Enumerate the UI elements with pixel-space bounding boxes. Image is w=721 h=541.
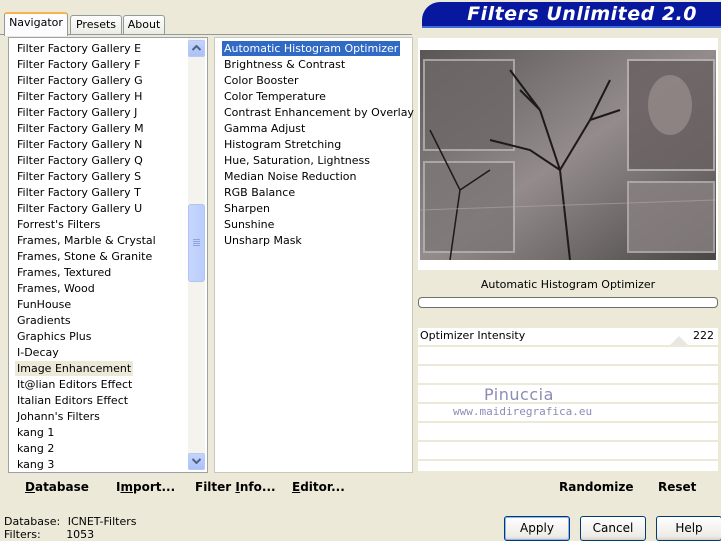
category-item[interactable]: Filter Factory Gallery T [15,185,143,200]
filter-item[interactable]: Contrast Enhancement by Overlay [222,105,416,120]
status-database-value: ICNET-Filters [67,515,137,528]
filter-item[interactable]: Color Temperature [222,89,328,104]
slider-indicator[interactable] [670,336,688,345]
category-item[interactable]: Image Enhancement [15,361,134,376]
apply-button[interactable]: Apply [504,516,570,541]
database-accel: D [25,480,35,494]
category-item[interactable]: Johann's Filters [15,409,102,424]
filter-name-display: Automatic Histogram Optimizer [418,274,718,296]
category-item[interactable]: Filter Factory Gallery J [15,105,139,120]
category-item[interactable]: Filter Factory Gallery U [15,201,144,216]
filter-list[interactable]: Automatic Histogram Optimizer Brightness … [214,37,416,473]
preview-artwork [420,50,716,260]
category-item[interactable]: Filter Factory Gallery G [15,73,145,88]
param-row-empty [418,347,718,366]
import-label: port... [132,480,176,494]
category-item[interactable]: I-Decay [15,345,61,360]
category-list[interactable]: Filter Factory Gallery E Filter Factory G… [8,37,208,473]
category-item[interactable]: Filter Factory Gallery N [15,137,144,152]
parameter-area: Optimizer Intensity 222 [418,328,718,471]
param-value: 222 [693,329,714,342]
title-banner: Filters Unlimited 2.0 [422,2,721,28]
scroll-up-button[interactable] [188,40,205,57]
database-label: atabase [34,480,89,494]
category-item[interactable]: Italian Editors Effect [15,393,130,408]
import-accel: m [120,480,133,494]
tab-navigator[interactable]: Navigator [4,12,68,36]
category-scrollbar[interactable] [188,38,205,470]
app-title: Filters Unlimited 2.0 [467,3,697,25]
grip-line [193,241,200,242]
filter-item[interactable]: Brightness & Contrast [222,57,347,72]
category-item[interactable]: Filter Factory Gallery F [15,57,142,72]
reset-button[interactable]: Reset [658,480,696,494]
scroll-thumb[interactable] [188,204,205,282]
status-filters-value: 1053 [66,528,95,541]
category-item[interactable]: kang 3 [15,457,56,472]
filter-item[interactable]: RGB Balance [222,185,297,200]
grip-line [193,245,200,246]
category-item[interactable]: Forrest's Filters [15,217,102,232]
param-row-empty [418,385,718,404]
category-item[interactable]: Gradients [15,313,73,328]
filter-info-prefix: Filter [195,480,236,494]
category-item[interactable]: It@lian Editors Effect [15,377,134,392]
filter-info-button[interactable]: Filter Info... [195,480,276,494]
param-row[interactable]: Optimizer Intensity 222 [418,328,718,347]
filter-item[interactable]: Hue, Saturation, Lightness [222,153,372,168]
chevron-up-icon [192,45,201,51]
param-label: Optimizer Intensity [420,329,526,342]
tab-about[interactable]: About [123,15,165,34]
filter-item[interactable]: Median Noise Reduction [222,169,359,184]
chevron-down-icon [192,458,201,464]
scroll-down-button[interactable] [188,453,205,470]
category-item[interactable]: Frames, Wood [15,281,97,296]
filter-item[interactable]: Sunshine [222,217,276,232]
filter-item[interactable]: Gamma Adjust [222,121,307,136]
category-item[interactable]: FunHouse [15,297,73,312]
category-item[interactable]: Filter Factory Gallery Q [15,153,145,168]
filter-item[interactable]: Histogram Stretching [222,137,343,152]
category-item[interactable]: Filter Factory Gallery S [15,169,143,184]
status-filters: Filters: 1053 [4,528,94,541]
category-item[interactable]: Frames, Textured [15,265,113,280]
database-button[interactable]: Database [25,480,89,494]
watermark-url: www.maidiregrafica.eu [453,405,593,418]
category-item[interactable]: kang 2 [15,441,56,456]
category-item[interactable]: Frames, Stone & Granite [15,249,154,264]
preview-image [420,50,716,260]
tab-presets[interactable]: Presets [70,15,122,34]
category-item[interactable]: Filter Factory Gallery E [15,41,143,56]
status-database: Database: ICNET-Filters [4,515,136,528]
help-button[interactable]: Help [656,516,721,541]
status-database-label: Database: [4,515,61,528]
grip-line [193,243,200,244]
param-row-empty [418,442,718,461]
preview-frame [418,38,718,270]
category-item[interactable]: Filter Factory Gallery M [15,121,146,136]
category-item[interactable]: Filter Factory Gallery H [15,89,144,104]
editor-label: ditor... [300,480,345,494]
category-item[interactable]: Frames, Marble & Crystal [15,233,158,248]
cancel-button[interactable]: Cancel [580,516,646,541]
filter-info-label: nfo... [239,480,276,494]
progress-bar [418,297,718,308]
editor-accel: E [292,480,301,494]
watermark-name: Pinuccia [484,385,554,404]
param-row-empty [418,423,718,442]
editor-button[interactable]: Editor... [292,480,345,494]
category-item[interactable]: kang 1 [15,425,56,440]
status-filters-label: Filters: [4,528,41,541]
randomize-button[interactable]: Randomize [559,480,633,494]
filter-item[interactable]: Unsharp Mask [222,233,304,248]
filter-item[interactable]: Automatic Histogram Optimizer [222,41,401,56]
category-item[interactable]: Graphics Plus [15,329,93,344]
filter-item[interactable]: Sharpen [222,201,272,216]
import-button[interactable]: Import... [116,480,175,494]
filter-item[interactable]: Color Booster [222,73,301,88]
grip-line [193,239,200,240]
param-row-empty [418,366,718,385]
